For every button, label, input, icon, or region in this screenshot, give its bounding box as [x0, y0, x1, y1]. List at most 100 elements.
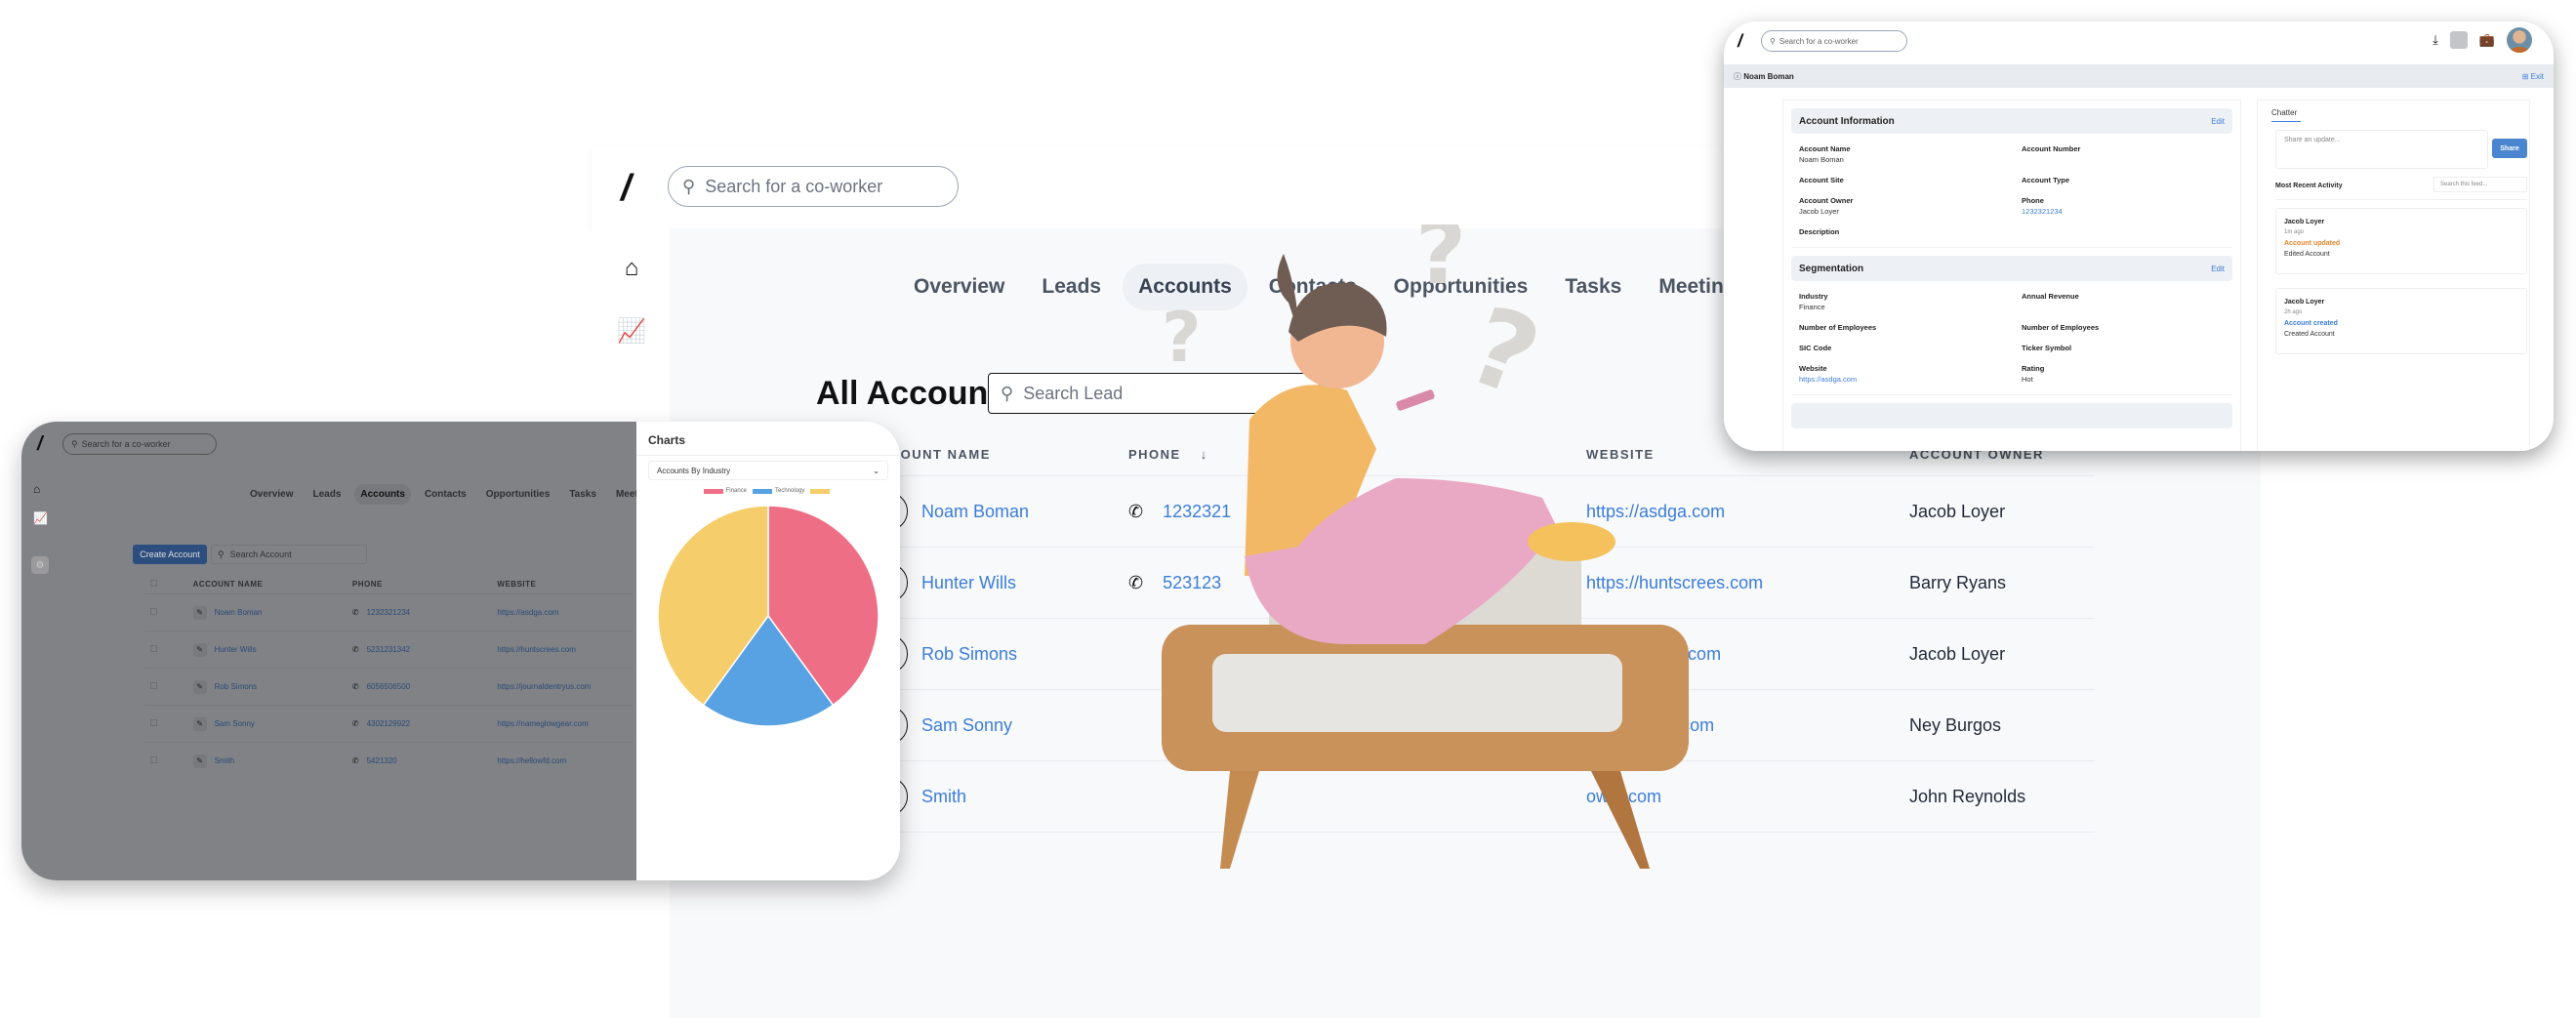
image-placeholder-icon[interactable] — [2449, 31, 2468, 49]
detail-field: Rating Hot — [2022, 363, 2225, 385]
column-phone[interactable]: PHONE — [352, 580, 498, 589]
search-account-input[interactable]: ⚲ Search Account — [211, 545, 367, 564]
website-link[interactable]: https://journaldentryus.com — [497, 682, 633, 691]
app-logo[interactable]: / — [37, 433, 43, 456]
phone-icon[interactable]: ✆ — [1128, 502, 1143, 522]
tab-tasks[interactable]: Tasks — [1549, 264, 1637, 310]
website-link[interactable]: https://asdga.com — [497, 608, 633, 617]
phone-link[interactable]: 5231231342 — [367, 645, 411, 654]
field-value: Jacob Loyer — [1799, 207, 1839, 216]
phone-link[interactable]: 4302129922 — [367, 719, 411, 728]
phone-icon[interactable]: ✆ — [352, 719, 359, 728]
account-details-panel: Account Information Edit Account Name Noa… — [1782, 100, 2241, 451]
coworker-search-input[interactable]: ⚲ Search for a co-worker — [668, 166, 959, 207]
field-value[interactable]: https://asdga.com — [1799, 374, 2002, 385]
tab-contacts[interactable]: Contacts — [419, 484, 472, 505]
row-checkbox[interactable] — [144, 719, 193, 728]
column-website[interactable]: WEBSITE — [497, 580, 633, 589]
edit-icon[interactable]: ✎ — [192, 642, 207, 657]
tab-chatter[interactable]: Chatter — [2271, 108, 2301, 122]
app-logo[interactable]: / — [1738, 31, 1742, 52]
table-row: ✎ Smith ✆ 5421320 https://hellowfd.com — [144, 742, 633, 779]
account-name-link[interactable]: Smith — [215, 756, 234, 765]
phone-link[interactable]: 523123 — [1163, 573, 1221, 593]
website-link[interactable]: owfd.com — [1582, 787, 1909, 807]
feed-search-input[interactable]: Search this feed... — [2433, 177, 2527, 192]
legend-item[interactable] — [810, 488, 833, 494]
coworker-search-input[interactable]: ⚲ Search for a co-worker — [62, 433, 217, 455]
tab-contacts[interactable]: Contacts — [1253, 264, 1372, 310]
avatar[interactable] — [2507, 27, 2532, 53]
phone-icon[interactable]: ✆ — [352, 608, 359, 617]
phone-link[interactable]: 5421320 — [367, 756, 397, 765]
account-name-link[interactable]: Hunter Wills — [215, 645, 257, 654]
account-name-link[interactable]: Noam Boman — [215, 608, 263, 617]
phone-link[interactable]: 1232321 — [1163, 502, 1231, 522]
exit-button[interactable]: ⊞ Exit — [2522, 72, 2544, 81]
chart-growth-icon[interactable]: 📈 — [33, 511, 48, 525]
share-update-input[interactable]: Share an update... — [2275, 130, 2488, 169]
tab-overview[interactable]: Overview — [244, 484, 299, 505]
edit-icon[interactable]: ✎ — [192, 753, 207, 768]
edit-icon[interactable]: ✎ — [192, 716, 207, 731]
edit-icon[interactable]: ✎ — [192, 605, 207, 620]
phone-icon[interactable]: ✆ — [1128, 573, 1143, 593]
phone-link[interactable]: 1232321234 — [367, 608, 411, 617]
website-link[interactable]: rnaldentryus.com — [1582, 644, 1909, 665]
account-name-link[interactable]: Sam Sonny — [215, 719, 255, 728]
tab-opportunities[interactable]: Opportunities — [480, 484, 556, 505]
account-name-link[interactable]: Rob Simons — [215, 682, 258, 691]
website-link[interactable]: https://nameglowgear.com — [497, 719, 633, 728]
account-name-link[interactable]: Hunter Wills — [921, 573, 1016, 593]
home-icon[interactable]: ⌂ — [33, 482, 40, 496]
briefcase-icon[interactable]: 💼 — [2479, 32, 2495, 48]
website-link[interactable]: https://huntscrees.com — [497, 645, 633, 654]
row-checkbox[interactable] — [144, 608, 193, 617]
detail-field: Number of Employees — [1799, 322, 2002, 333]
row-checkbox[interactable] — [144, 682, 193, 691]
legend-item[interactable]: Finance — [703, 488, 747, 494]
detail-field: Annual Revenue — [2022, 291, 2225, 312]
edit-segmentation-button[interactable]: Edit — [2211, 265, 2225, 273]
legend-item[interactable]: Technology — [753, 488, 804, 494]
column-account-name[interactable]: ACCOUNT NAME — [865, 447, 1119, 462]
phone-link[interactable]: 6056506500 — [367, 682, 411, 691]
select-all-checkbox[interactable] — [144, 579, 193, 589]
phone-icon[interactable]: ✆ — [352, 682, 359, 691]
home-icon[interactable]: ⌂ — [617, 254, 646, 283]
tab-accounts[interactable]: Accounts — [1123, 264, 1247, 310]
chart-growth-icon[interactable]: 📈 — [617, 316, 646, 346]
website-link[interactable]: https://huntscrees.com — [1582, 573, 1909, 593]
tab-opportunities[interactable]: Opportunities — [1378, 264, 1544, 310]
field-value[interactable]: 1232321234 — [2022, 206, 2225, 217]
coworker-search-input[interactable]: ⚲ Search for a co-worker — [1761, 30, 1907, 52]
column-account-name[interactable]: ACCOUNT NAME — [193, 580, 352, 589]
website-link[interactable]: https://hellowfd.com — [497, 756, 633, 765]
row-checkbox[interactable] — [144, 645, 193, 654]
tab-overview[interactable]: Overview — [898, 264, 1020, 310]
website-link[interactable]: https://asdga.com — [1582, 502, 1909, 522]
website-link[interactable]: neglowgear.com — [1582, 715, 1909, 736]
tab-leads[interactable]: Leads — [1026, 264, 1117, 310]
account-name-link[interactable]: Smith — [921, 787, 966, 807]
row-checkbox[interactable] — [144, 756, 193, 765]
account-name-link[interactable]: Noam Boman — [921, 502, 1029, 522]
account-name-link[interactable]: Sam Sonny — [921, 715, 1012, 736]
create-account-button[interactable]: Create Account — [133, 545, 207, 564]
app-logo[interactable]: / — [621, 168, 632, 210]
phone-icon[interactable]: ✆ — [352, 756, 359, 765]
hand-download-icon[interactable]: ⤓ — [2433, 32, 2438, 48]
account-name-cell: ✎ Rob Simons — [192, 679, 352, 694]
search-lead-input[interactable]: ⚲ Search Lead — [988, 373, 1320, 414]
chart-type-select[interactable]: Accounts By Industry ⌄ — [648, 461, 888, 480]
share-button[interactable]: Share — [2492, 139, 2527, 158]
column-phone[interactable]: PHONE ↓ — [1119, 447, 1582, 462]
tab-accounts[interactable]: Accounts — [354, 484, 411, 505]
settings-team-icon[interactable]: ⚙ — [31, 556, 49, 574]
account-name-link[interactable]: Rob Simons — [921, 644, 1017, 665]
phone-icon[interactable]: ✆ — [352, 645, 359, 654]
tab-leads[interactable]: Leads — [307, 484, 347, 505]
edit-icon[interactable]: ✎ — [192, 679, 207, 694]
tab-tasks[interactable]: Tasks — [563, 484, 602, 505]
edit-account-info-button[interactable]: Edit — [2211, 117, 2225, 126]
